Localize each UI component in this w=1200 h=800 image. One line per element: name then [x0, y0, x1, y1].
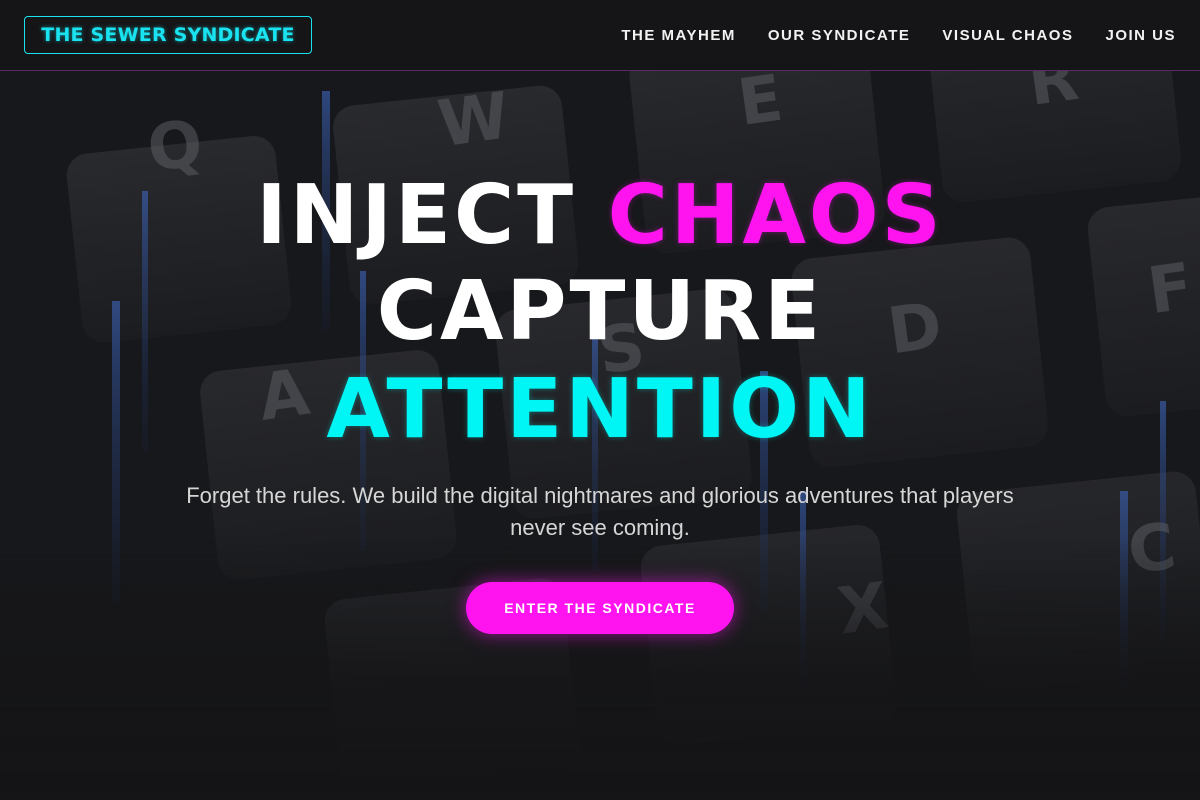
top-navbar: THE SEWER SYNDICATE THE MAYHEM OUR SYNDI…: [0, 0, 1200, 71]
enter-syndicate-button[interactable]: ENTER THE SYNDICATE: [466, 582, 734, 634]
nav-link-our-syndicate[interactable]: OUR SYNDICATE: [768, 27, 911, 44]
headline-word-chaos: CHAOS: [607, 168, 944, 263]
site-logo[interactable]: THE SEWER SYNDICATE: [24, 16, 312, 54]
headline-word-inject: INJECT: [256, 168, 577, 263]
nav-link-join-us[interactable]: JOIN US: [1105, 27, 1176, 44]
headline-line-2: CAPTURE: [376, 264, 824, 359]
nav-link-the-mayhem[interactable]: THE MAYHEM: [621, 27, 735, 44]
nav-link-visual-chaos[interactable]: VISUAL CHAOS: [942, 27, 1073, 44]
hero-tagline: Forget the rules. We build the digital n…: [186, 483, 1014, 540]
headline-line-3: ATTENTION: [326, 362, 874, 457]
headline-line-1: INJECT CHAOS: [0, 175, 1200, 257]
main-nav: THE MAYHEM OUR SYNDICATE VISUAL CHAOS JO…: [621, 0, 1176, 71]
hero-section: INJECT CHAOS CAPTURE ATTENTION Forget th…: [0, 71, 1200, 800]
